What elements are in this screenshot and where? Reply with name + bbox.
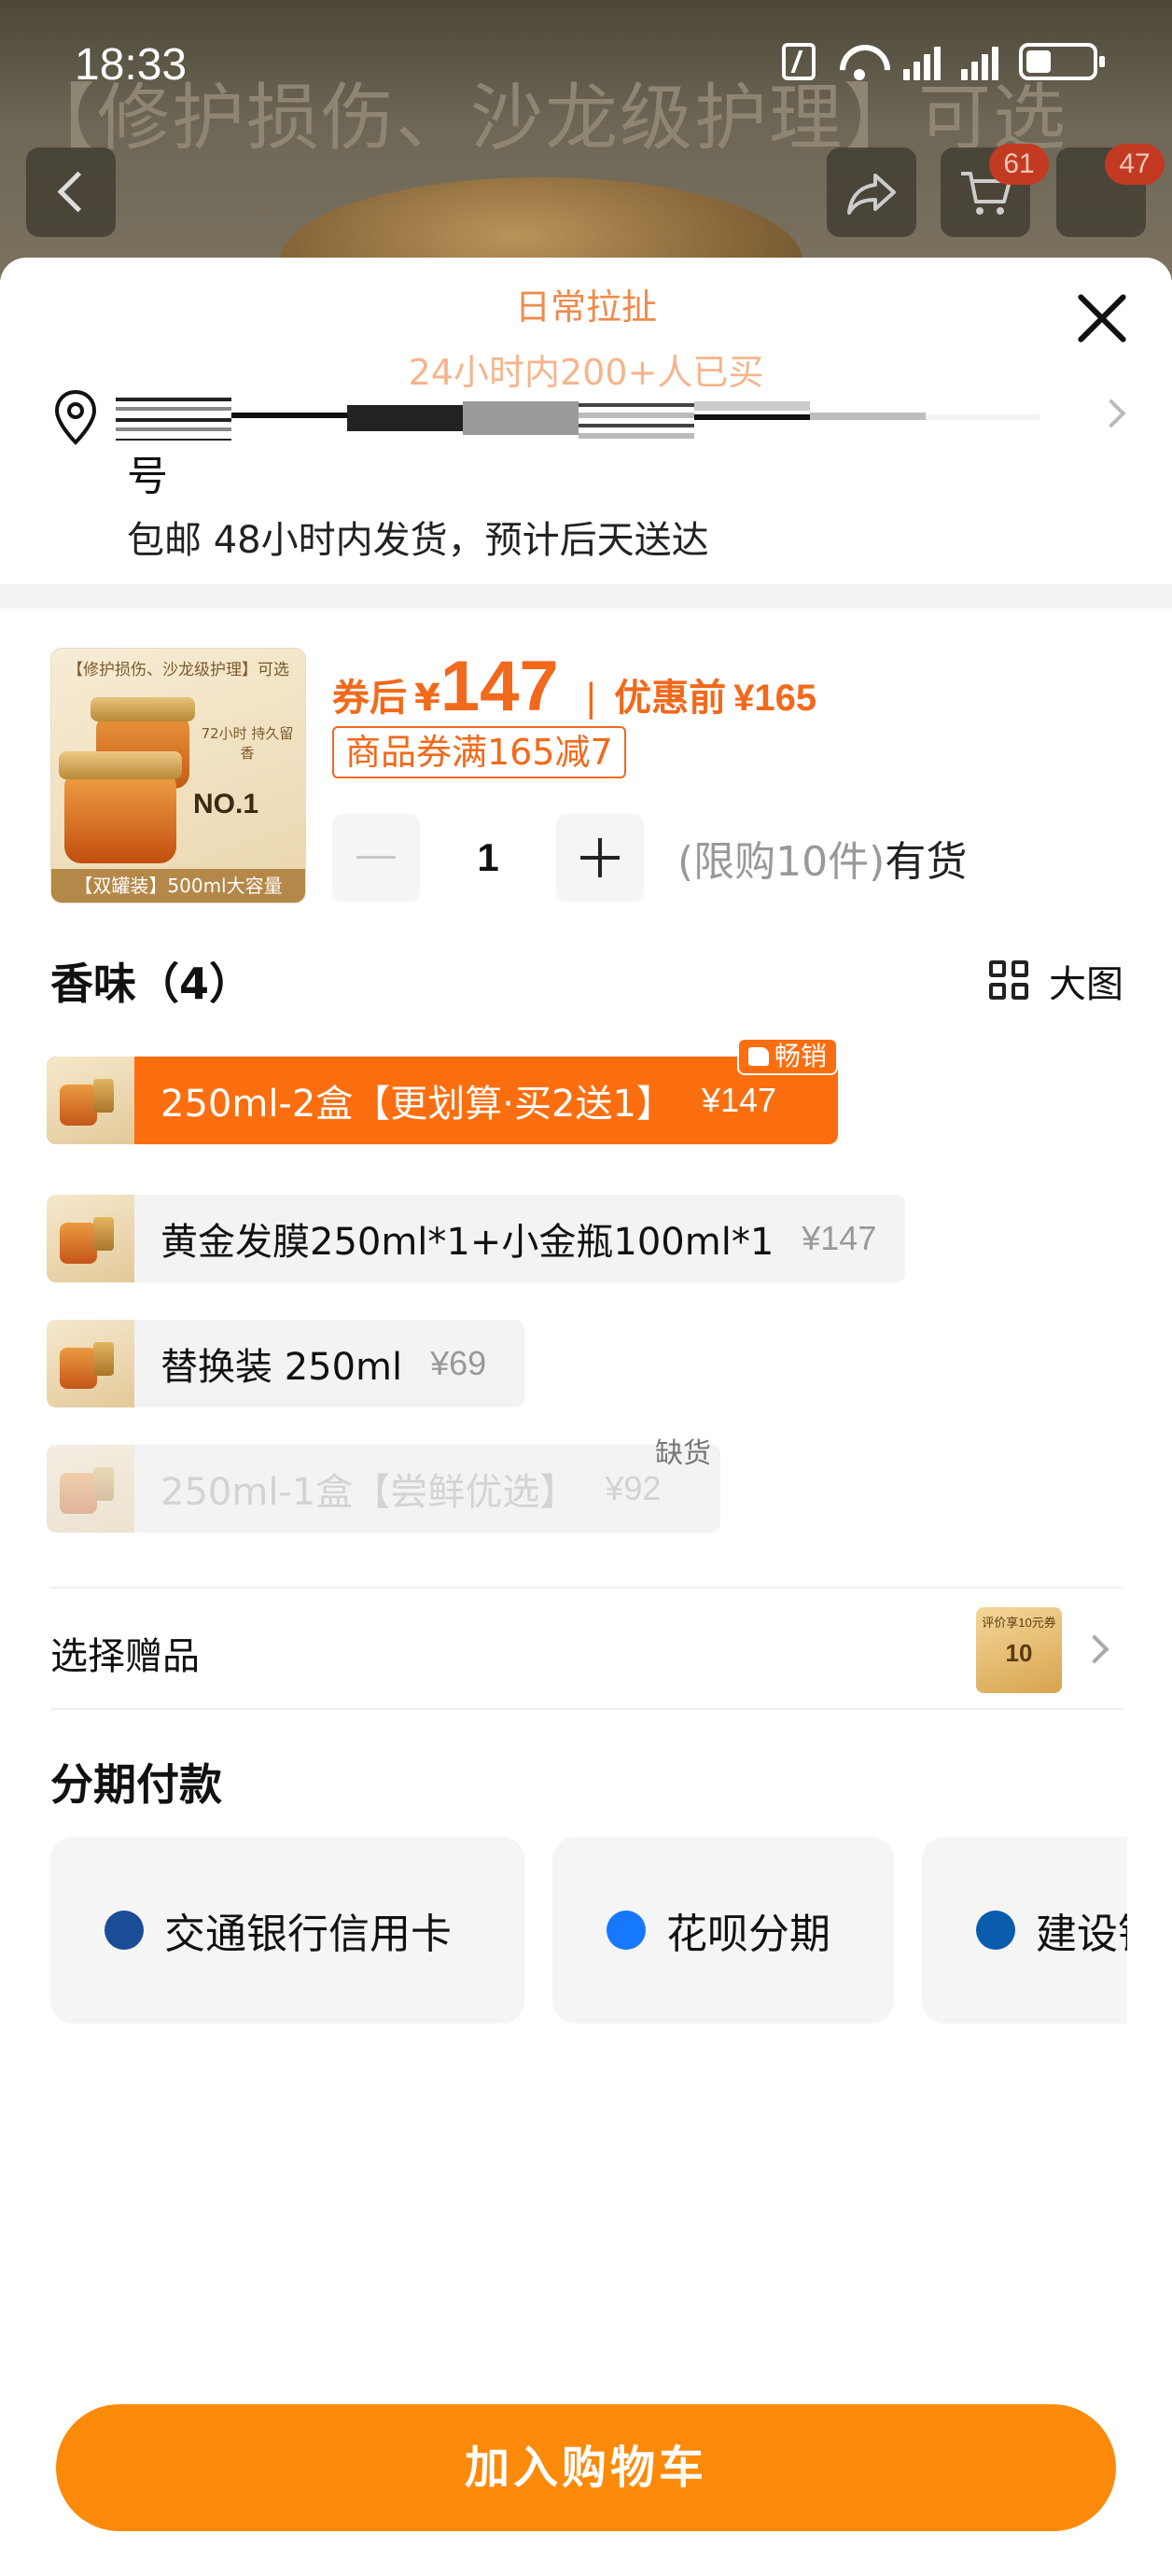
thumbnail-badge: NO.1 [193, 789, 259, 819]
option-price: ¥147 [701, 1081, 777, 1119]
price-value: 147 [440, 647, 559, 726]
cart-button[interactable]: 61 [941, 144, 1049, 237]
huabei-logo-icon [607, 1911, 646, 1950]
price-currency: ¥ [414, 677, 440, 720]
add-to-cart-button[interactable]: 加入购物车 [56, 2404, 1116, 2531]
installment-option[interactable]: 花呗分期 [552, 1837, 894, 2023]
bestseller-label: 畅销 [774, 1041, 827, 1071]
section-divider [0, 584, 1172, 609]
cart-count-badge: 61 [989, 144, 1049, 185]
back-button[interactable] [26, 147, 116, 237]
chevron-right-icon [1080, 1634, 1109, 1664]
sheet-title: 日常拉扯 [514, 287, 657, 328]
price-label: 券后 [332, 677, 407, 720]
option-label: 250ml-2盒【更划算·买2送1】 [160, 1083, 674, 1126]
gift-thumbnail-text: 评价享10元券 [982, 1616, 1056, 1630]
signal-icon [903, 43, 941, 80]
shipping-info: 包邮 48小时内发货，预计后天送达 [127, 519, 709, 562]
wifi-icon [836, 43, 883, 80]
grid-icon [989, 960, 1030, 1001]
purchase-limit: (限购10件) [677, 838, 886, 886]
decrease-quantity-button[interactable] [332, 814, 420, 902]
thumbnail-caption: 【修护损伤、沙龙级护理】可选 [67, 661, 289, 679]
sheet-subtitle: 24小时内200+人已买 [408, 352, 764, 393]
product-thumbnail[interactable]: 【修护损伤、沙龙级护理】可选 72小时 持久留香 NO.1 【双罐装】500ml… [50, 648, 306, 903]
thumbnail-tag: 72小时 持久留香 [201, 725, 294, 762]
option-thumbnail [47, 1195, 134, 1282]
signal-icon [961, 43, 998, 80]
option-item[interactable]: 黄金发膜250ml*1+小金瓶100ml*1 ¥147 [47, 1195, 905, 1282]
status-icons [782, 43, 1105, 80]
address-chevron-icon[interactable] [1096, 399, 1126, 428]
share-button[interactable] [827, 147, 916, 237]
installment-option-label: 建设银行 [1036, 1911, 1127, 1958]
options-title: 香味（4） [50, 959, 253, 1009]
bestseller-badge: 畅销 [736, 1038, 838, 1075]
product-summary: 【修护损伤、沙龙级护理】可选 72小时 持久留香 NO.1 【双罐装】500ml… [0, 609, 1172, 926]
big-picture-label: 大图 [1049, 963, 1123, 1006]
status-bar: 18:33 [0, 0, 1172, 131]
installment-option[interactable]: 交通银行信用卡 [50, 1837, 524, 2023]
option-price: ¥147 [802, 1219, 877, 1257]
coupon-badge: 商品券满165减7 [332, 726, 626, 778]
option-thumbnail [47, 1057, 134, 1144]
original-price-value: ¥165 [733, 678, 817, 719]
out-of-stock-badge: 缺货 [655, 1437, 711, 1470]
thumbs-up-icon [747, 1047, 769, 1066]
price-line: 券后 ¥ 147 | 优惠前 ¥165 [332, 646, 816, 727]
ccb-logo-icon [976, 1911, 1015, 1950]
nfc-icon [782, 43, 816, 80]
option-item[interactable]: 替换装 250ml ¥69 [47, 1320, 524, 1407]
bank-of-communications-logo-icon [105, 1911, 144, 1950]
gift-thumbnail: 评价享10元券 10 [976, 1607, 1062, 1693]
stock-status: 有货 [885, 838, 968, 886]
installment-options: 交通银行信用卡 花呗分期 建设银行 [50, 1837, 1127, 2023]
big-picture-toggle[interactable]: 大图 [989, 954, 1123, 1008]
option-label: 250ml-1盒【尝鲜优选】 [160, 1471, 578, 1514]
option-label: 替换装 250ml [160, 1346, 403, 1389]
thumbnail-jar [59, 751, 182, 863]
option-label: 黄金发膜250ml*1+小金瓶100ml*1 [160, 1221, 774, 1264]
sku-bottom-sheet: 日常拉扯 24小时内200+人已买 号 包邮 48小时内发货，预计后天送达 【修… [0, 258, 1172, 2576]
option-thumbnail [47, 1445, 134, 1533]
increase-quantity-button[interactable] [556, 814, 644, 902]
share-icon [847, 174, 896, 215]
quantity-value[interactable]: 1 [420, 835, 556, 880]
option-price: ¥92 [605, 1469, 662, 1507]
options-header: 香味（4） 大图 [0, 926, 1172, 1029]
option-thumbnail [47, 1320, 134, 1407]
close-button[interactable] [1073, 289, 1129, 345]
installment-title: 分期付款 [50, 1759, 222, 1810]
thumbnail-footer: 【双罐装】500ml大容量 [51, 869, 305, 903]
gift-label: 选择赠品 [50, 1635, 200, 1678]
address-suffix: 号 [127, 453, 168, 500]
gift-thumbnail-value: 10 [1005, 1639, 1033, 1667]
message-count-badge: 47 [1105, 144, 1165, 185]
sheet-header: 日常拉扯 24小时内200+人已买 号 包邮 48小时内发货，预计后天送达 [0, 258, 1172, 584]
option-price: ¥69 [430, 1344, 487, 1382]
address-redacted[interactable] [116, 398, 1039, 441]
installment-option[interactable]: 建设银行 [922, 1837, 1127, 2023]
more-button[interactable]: 47 [1056, 144, 1165, 237]
battery-icon [1019, 43, 1105, 80]
option-item-out-of-stock[interactable]: 250ml-1盒【尝鲜优选】 ¥92 缺货 [47, 1437, 720, 1533]
price-separator: | [584, 677, 598, 720]
original-price-label: 优惠前 [614, 677, 727, 720]
quantity-stepper: 1 (限购10件) 有货 [332, 814, 967, 902]
installment-option-label: 交通银行信用卡 [164, 1911, 452, 1958]
option-item-selected[interactable]: 250ml-2盒【更划算·买2送1】 ¥147 畅销 [47, 1038, 838, 1144]
installment-option-label: 花呗分期 [666, 1911, 830, 1958]
status-time: 18:33 [75, 40, 188, 90]
select-gift-row[interactable]: 选择赠品 评价享10元券 10 [50, 1587, 1123, 1710]
location-pin-icon [54, 389, 97, 445]
